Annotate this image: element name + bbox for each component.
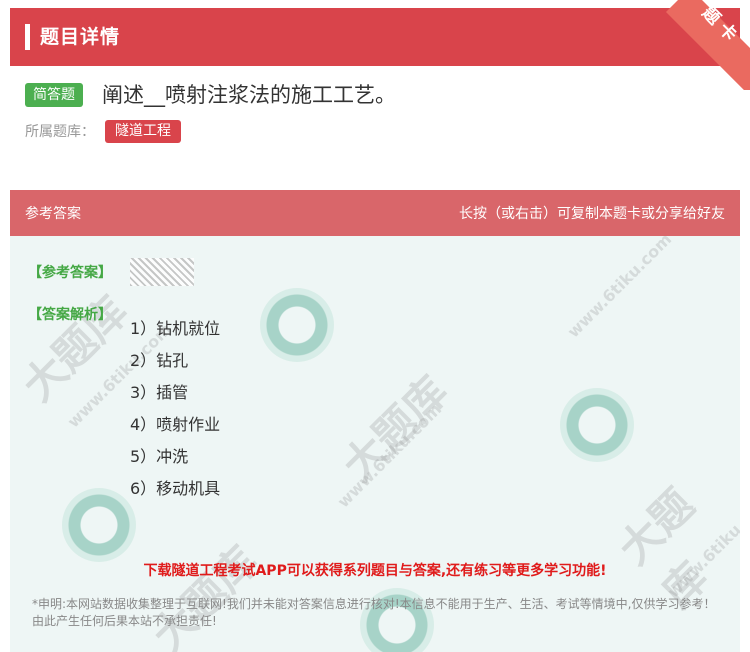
answer-body: 大题库 大题库 大题库 大题库 www.6tiku.com www.6tiku.… bbox=[10, 236, 740, 652]
reference-answer-image bbox=[130, 258, 194, 286]
analysis-label: 【答案解析】 bbox=[28, 307, 112, 323]
reference-answer-label: 【参考答案】 bbox=[28, 265, 112, 281]
bank-name-tag[interactable]: 隧道工程 bbox=[105, 120, 181, 143]
answer-header-title: 参考答案 bbox=[25, 206, 81, 222]
list-item: 1）钻机就位 bbox=[130, 319, 221, 338]
watermark-brand: 大题库 bbox=[13, 286, 138, 411]
header-accent-bar bbox=[25, 24, 30, 50]
analysis-steps: 1）钻机就位 2）钻孔 3）插管 4）喷射作业 5）冲洗 6）移动机具 bbox=[130, 318, 220, 510]
list-item: 3）插管 bbox=[130, 383, 189, 402]
watermark-site: www.6tiku.com bbox=[563, 236, 676, 342]
watermark-brand: 大题库 bbox=[143, 536, 268, 652]
copy-share-hint: 长按（或右击）可复制本题卡或分享给好友 bbox=[459, 206, 725, 222]
page-title: 题目详情 bbox=[40, 26, 121, 48]
list-item: 6）移动机具 bbox=[130, 479, 221, 498]
detail-header: 题目详情 bbox=[10, 8, 740, 66]
bank-label: 所属题库： bbox=[25, 124, 95, 140]
question-text: 阐述__喷射注浆法的施工工艺。 bbox=[102, 83, 396, 107]
card-ribbon[interactable]: 题卡 bbox=[650, 0, 750, 90]
logo-swirl-icon bbox=[560, 388, 634, 462]
watermark-brand: 大题库 bbox=[333, 366, 458, 491]
disclaimer-text: *申明:本网站数据收集整理于互联网!我们并未能对答案信息进行核对!本信息不能用于… bbox=[32, 597, 716, 628]
question-type-tag: 简答题 bbox=[25, 83, 83, 107]
list-item: 4）喷射作业 bbox=[130, 415, 221, 434]
answer-header: 参考答案 长按（或右击）可复制本题卡或分享给好友 bbox=[10, 190, 740, 236]
logo-swirl-icon bbox=[62, 488, 136, 562]
logo-swirl-icon bbox=[260, 288, 334, 362]
list-item: 2）钻孔 bbox=[130, 351, 189, 370]
list-item: 5）冲洗 bbox=[130, 447, 189, 466]
app-download-promo[interactable]: 下载隧道工程考试APP可以获得系列题目与答案,还有练习等更多学习功能! bbox=[0, 560, 750, 580]
